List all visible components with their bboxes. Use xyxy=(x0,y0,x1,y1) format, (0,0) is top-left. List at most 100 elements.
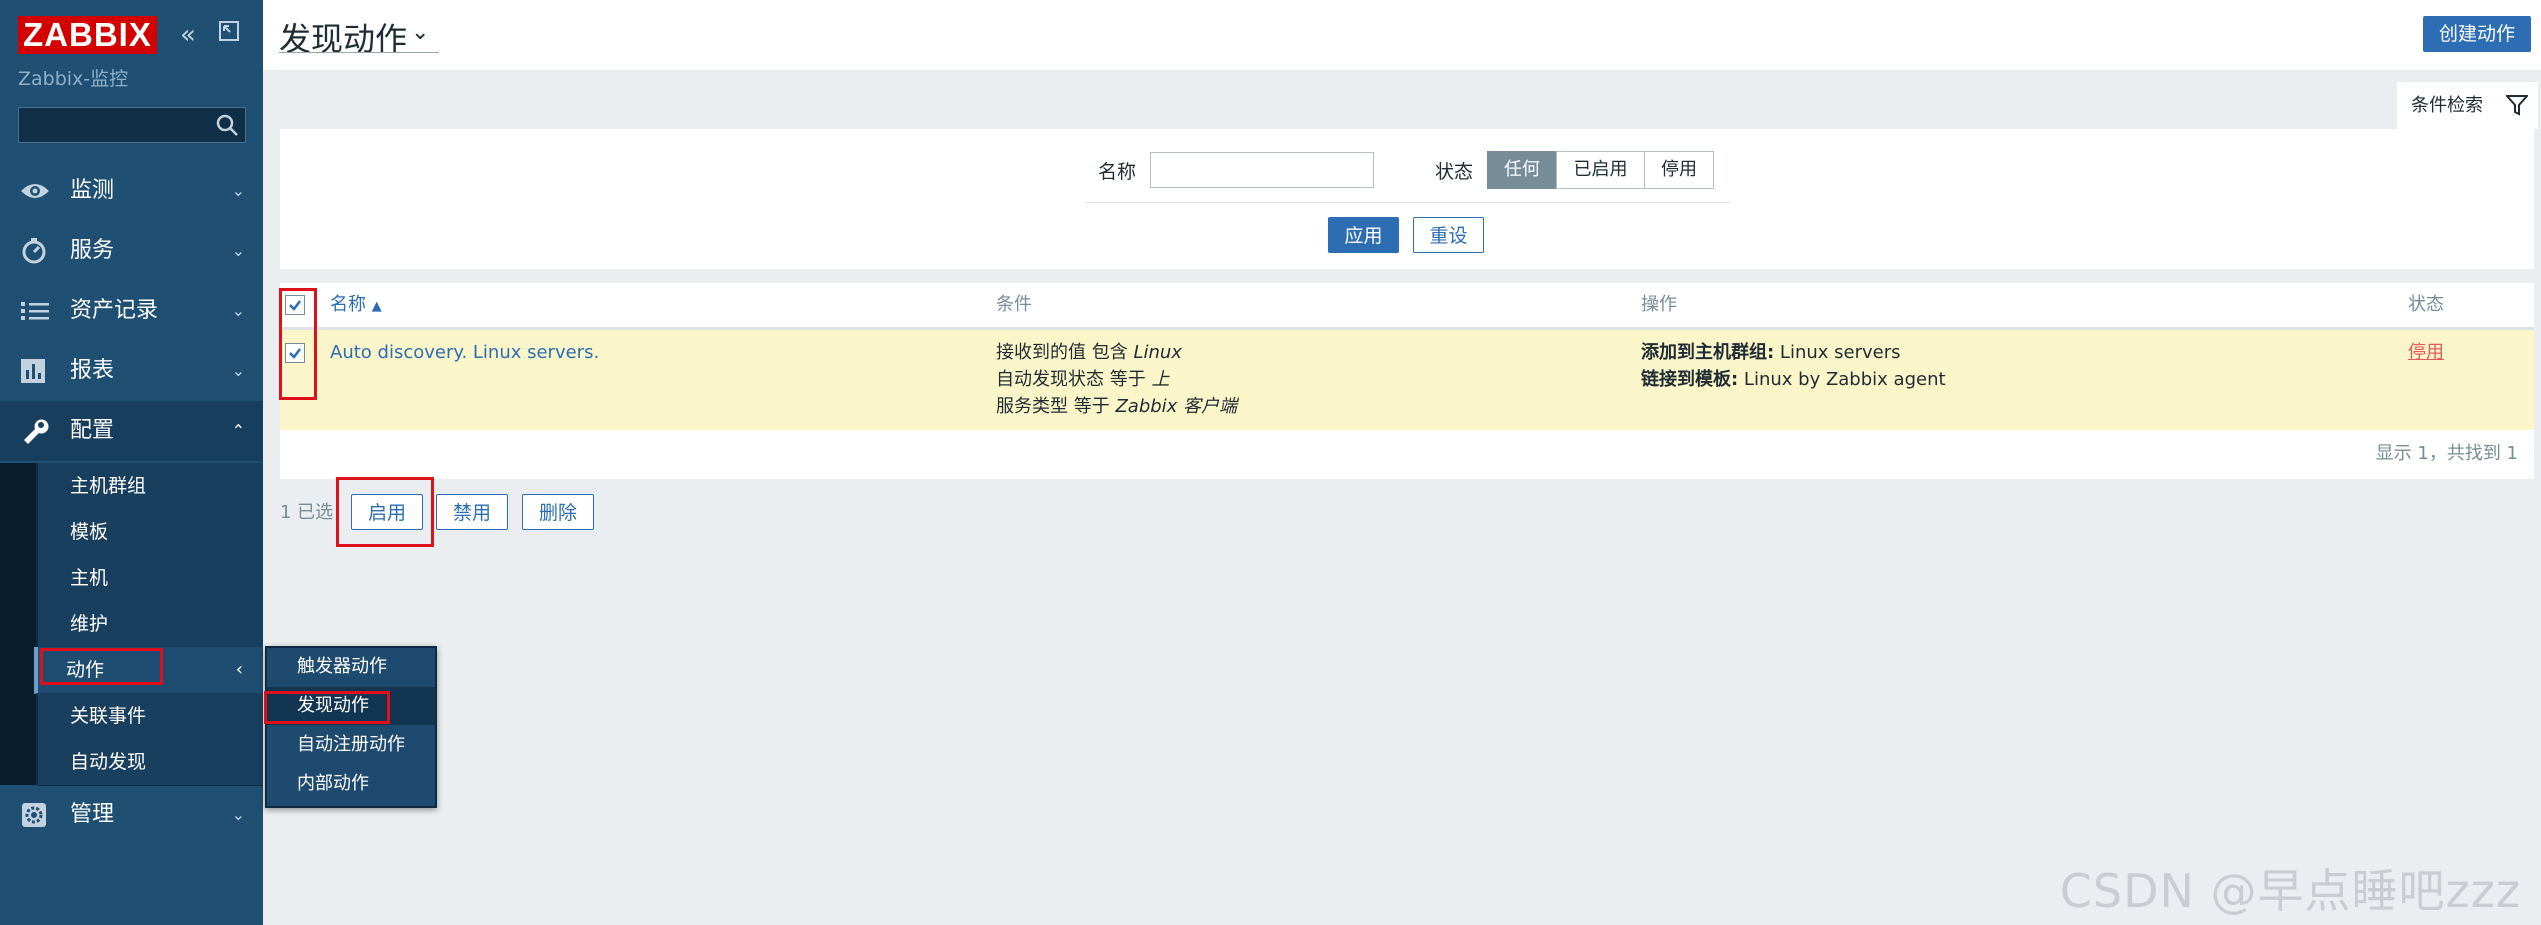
flyout-label: 自动注册动作 xyxy=(297,734,405,755)
flyout-item-autoregistration-actions[interactable]: 自动注册动作 xyxy=(267,726,435,764)
operation-line: 链接到模板: Linux by Zabbix agent xyxy=(1641,366,1946,393)
filter-panel: 名称 状态 任何 已启用 停用 应用 重设 xyxy=(280,129,2534,269)
submenu-label: 维护 xyxy=(70,613,109,635)
search-icon[interactable] xyxy=(215,113,239,141)
column-header-conditions: 条件 xyxy=(996,294,1032,315)
status-option-enabled[interactable]: 已启用 xyxy=(1556,151,1645,189)
menu-item-administration[interactable]: 管理 ⌄ xyxy=(0,785,263,845)
chevron-up-icon: ⌃ xyxy=(231,421,245,440)
submenu-item-maintenance[interactable]: 维护 xyxy=(38,601,263,648)
submenu-item-host-groups[interactable]: 主机群组 xyxy=(38,463,263,510)
reset-filter-button[interactable]: 重设 xyxy=(1413,217,1484,253)
condition-text: 服务类型 等于 xyxy=(996,396,1116,417)
condition-text: 自动发现状态 等于 xyxy=(996,369,1152,390)
status-option-disabled[interactable]: 停用 xyxy=(1644,151,1714,189)
selected-count: 1 已选 xyxy=(280,502,334,523)
submenu-label: 模板 xyxy=(70,521,109,543)
submenu-label: 关联事件 xyxy=(70,705,147,727)
apply-filter-button[interactable]: 应用 xyxy=(1328,217,1399,253)
submenu-item-event-correlation[interactable]: 关联事件 xyxy=(38,693,263,740)
filter-tab-label: 条件检索 xyxy=(2411,95,2483,116)
condition-line: 服务类型 等于 Zabbix 客户端 xyxy=(996,393,1237,420)
submenu-label: 主机群组 xyxy=(70,475,147,497)
wrench-icon xyxy=(20,418,50,444)
column-header-status: 状态 xyxy=(2408,294,2444,315)
operation-label: 添加到主机群组: xyxy=(1641,342,1775,363)
flyout-label: 触发器动作 xyxy=(297,656,387,677)
flyout-item-discovery-actions[interactable]: 发现动作 xyxy=(267,687,435,725)
submenu-label: 自动发现 xyxy=(70,751,147,773)
delete-selected-button[interactable]: 删除 xyxy=(522,494,594,530)
enable-selected-button[interactable]: 启用 xyxy=(351,494,423,530)
status-filter-label: 状态 xyxy=(1435,161,1474,183)
menu-item-configuration[interactable]: 配置 ⌃ xyxy=(0,401,263,461)
sidebar: ZABBIX « Zabbix-监控 监测 ⌄ 服务 ⌄ 资产记录 ⌄ 报表 ⌄ xyxy=(0,0,263,925)
submenu-label: 动作 xyxy=(66,659,105,681)
flyout-item-trigger-actions[interactable]: 触发器动作 xyxy=(267,648,435,686)
chevron-down-icon: ⌄ xyxy=(231,241,245,260)
menu-item-inventory[interactable]: 资产记录 ⌄ xyxy=(0,281,263,341)
configuration-submenu: 主机群组 模板 主机 维护 动作 ‹ 关联事件 自动发现 xyxy=(0,463,263,786)
condition-value: Zabbix 客户端 xyxy=(1115,396,1238,417)
submenu-item-hosts[interactable]: 主机 xyxy=(38,555,263,602)
condition-value: 上 xyxy=(1151,369,1170,390)
list-icon xyxy=(20,298,50,324)
menu-item-monitoring[interactable]: 监测 ⌄ xyxy=(0,161,263,221)
select-all-checkbox[interactable] xyxy=(285,295,305,315)
status-option-any[interactable]: 任何 xyxy=(1487,151,1557,189)
sort-ascending-icon: ▲ xyxy=(371,299,382,314)
gear-icon xyxy=(20,802,50,828)
column-name-label: 名称 xyxy=(330,294,366,315)
status-toggle-link[interactable]: 停用 xyxy=(2408,339,2444,366)
operations-cell: 添加到主机群组: Linux servers 链接到模板: Linux by Z… xyxy=(1641,339,1946,393)
submenu-item-discovery[interactable]: 自动发现 xyxy=(38,739,263,786)
condition-line: 接收到的值 包含 Linux xyxy=(996,339,1237,366)
menu-label: 资产记录 xyxy=(70,298,159,323)
filter-icon xyxy=(2504,94,2530,120)
submenu-item-templates[interactable]: 模板 xyxy=(38,509,263,556)
bar-chart-icon xyxy=(20,358,50,384)
actions-table: 名称 ▲ 条件 操作 状态 Auto discovery. Linux serv… xyxy=(280,283,2534,479)
operation-line: 添加到主机群组: Linux servers xyxy=(1641,339,1946,366)
conditions-cell: 接收到的值 包含 Linux 自动发现状态 等于 上 服务类型 等于 Zabbi… xyxy=(996,339,1237,420)
create-action-button[interactable]: 创建动作 xyxy=(2422,16,2531,52)
submenu-label: 主机 xyxy=(70,567,109,589)
name-filter-input[interactable] xyxy=(1150,152,1374,188)
kiosk-mode-icon[interactable] xyxy=(218,20,240,51)
menu-item-reports[interactable]: 报表 ⌄ xyxy=(0,341,263,401)
csdn-watermark: CSDN @早点睡吧zzz xyxy=(2059,864,2521,918)
filter-tab[interactable]: 条件检索 xyxy=(2397,82,2538,129)
title-underline xyxy=(279,52,439,53)
action-name-link[interactable]: Auto discovery. Linux servers. xyxy=(330,339,599,366)
submenu-item-actions[interactable]: 动作 ‹ xyxy=(34,647,263,694)
page-title[interactable]: 发现动作 xyxy=(279,14,407,60)
operation-label: 链接到模板: xyxy=(1641,369,1739,390)
chevron-down-icon: ⌄ xyxy=(231,301,245,320)
chevron-down-icon[interactable]: ⌄ xyxy=(411,20,429,45)
eye-icon xyxy=(20,178,50,204)
menu-item-services[interactable]: 服务 ⌄ xyxy=(0,221,263,281)
operation-value: Linux by Zabbix agent xyxy=(1738,369,1946,390)
page-header: 发现动作 ⌄ 创建动作 xyxy=(263,0,2541,70)
menu-label: 服务 xyxy=(70,238,115,263)
name-filter-label: 名称 xyxy=(1098,161,1137,183)
column-header-name[interactable]: 名称 ▲ xyxy=(330,283,382,329)
sidebar-search-input[interactable] xyxy=(18,107,246,143)
chevron-left-icon: ‹ xyxy=(235,659,243,680)
table-row: Auto discovery. Linux servers. 接收到的值 包含 … xyxy=(280,330,2534,430)
flyout-item-internal-actions[interactable]: 内部动作 xyxy=(267,765,435,803)
row-checkbox[interactable] xyxy=(285,343,305,363)
zabbix-logo[interactable]: ZABBIX xyxy=(18,16,157,54)
disable-selected-button[interactable]: 禁用 xyxy=(436,494,508,530)
submenu-indent xyxy=(0,463,36,785)
column-header-operations: 操作 xyxy=(1641,294,1677,315)
menu-label: 报表 xyxy=(70,358,115,383)
menu-label: 监测 xyxy=(70,178,115,203)
condition-text: 接收到的值 包含 xyxy=(996,342,1134,363)
collapse-sidebar-icon[interactable]: « xyxy=(180,20,196,50)
server-name: Zabbix-监控 xyxy=(18,68,129,90)
chevron-down-icon: ⌄ xyxy=(231,361,245,380)
flyout-label: 发现动作 xyxy=(297,695,369,716)
table-header: 名称 ▲ 条件 操作 状态 xyxy=(280,283,2534,330)
menu-label: 配置 xyxy=(70,418,115,443)
